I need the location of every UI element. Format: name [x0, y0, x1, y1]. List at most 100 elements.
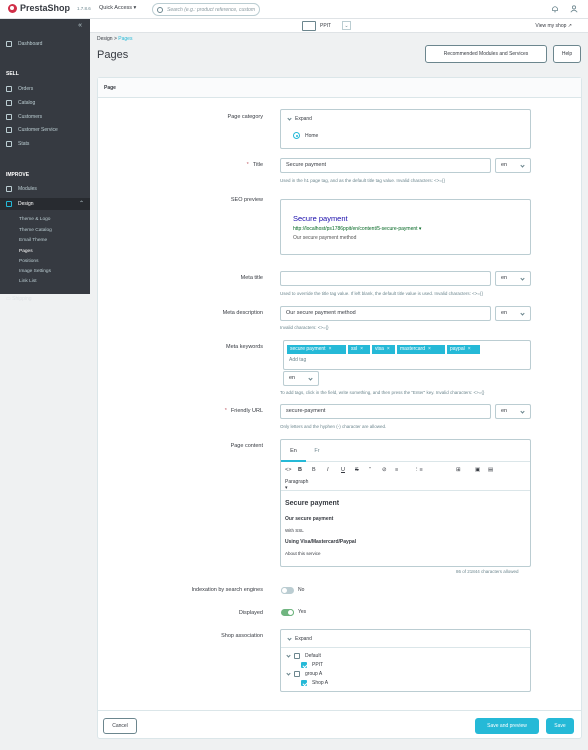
nav-design[interactable]: Design — [6, 201, 34, 207]
chevron-down-icon[interactable] — [286, 671, 291, 676]
quote-icon[interactable]: ” — [369, 467, 371, 473]
sidebar: « Dashboard SELL Orders Catalog Customer… — [0, 19, 90, 294]
version-label: 1.7.8.6 — [77, 6, 91, 11]
expand-link[interactable]: Expand — [295, 636, 312, 642]
nav-positions[interactable]: Positions — [19, 259, 38, 264]
breadcrumb: Design > Pages — [97, 36, 133, 42]
nav-email-theme[interactable]: Email Theme — [19, 238, 47, 243]
meta-keywords-label: Meta keywords — [226, 344, 263, 350]
tag-close-icon[interactable]: × — [387, 346, 390, 352]
tag-close-icon[interactable]: × — [468, 346, 471, 352]
friendly-url-lang-select[interactable]: en — [495, 404, 531, 419]
nav-link-list[interactable]: Link List — [19, 279, 37, 284]
meta-keywords-lang-select[interactable]: en — [283, 371, 319, 386]
recommended-modules-button[interactable]: Recommended Modules and Services — [425, 45, 547, 63]
logo-icon — [8, 3, 17, 13]
save-and-preview-button[interactable]: Save and preview — [475, 718, 539, 734]
help-button[interactable]: Help — [553, 45, 581, 63]
nav-theme-catalog[interactable]: Theme Catalog — [19, 228, 52, 233]
page-category-label: Page category — [227, 114, 263, 120]
tag-close-icon[interactable]: × — [428, 346, 431, 352]
account-icon[interactable] — [570, 5, 578, 13]
align-icon[interactable]: ≡ — [395, 467, 398, 473]
content-line[interactable]: With SSL — [285, 528, 304, 533]
meta-title-input[interactable] — [280, 271, 491, 286]
keyword-tag: mastercard × — [397, 345, 445, 354]
nav-theme-logo[interactable]: Theme & Logo — [19, 217, 50, 222]
meta-description-label: Meta description — [222, 310, 263, 316]
italic-icon[interactable]: I — [327, 467, 329, 473]
content-line[interactable]: About this service — [285, 551, 321, 556]
meta-keywords-tag-input[interactable]: secure payment × ssl × visa × mastercard × p… — [283, 340, 531, 370]
seo-preview-title: Secure payment — [293, 214, 348, 223]
nav-modules[interactable]: Modules — [6, 186, 37, 192]
content-line[interactable]: Our secure payment — [285, 516, 333, 522]
image-icon[interactable]: ▣ — [475, 467, 480, 473]
underline-icon[interactable]: U — [341, 467, 345, 473]
view-my-shop-link[interactable]: View my shop ↗ — [535, 23, 572, 29]
design-icon — [6, 201, 12, 207]
nav-image-settings[interactable]: Image Settings — [19, 269, 51, 274]
search-icon — [157, 7, 163, 13]
prestashop-logo[interactable]: PrestaShop — [8, 3, 70, 13]
meta-title-lang-select[interactable]: en — [495, 271, 531, 286]
friendly-url-input[interactable]: secure-payment — [280, 404, 491, 419]
default-group-checkbox[interactable] — [294, 653, 300, 659]
meta-title-help: Used to override the title tag value. If… — [280, 291, 483, 296]
indexation-toggle[interactable] — [281, 587, 294, 594]
page-category-tree: Expand Home — [280, 109, 531, 149]
shop-a-checkbox[interactable] — [301, 680, 307, 686]
nav-dashboard[interactable]: Dashboard — [6, 41, 42, 47]
title-lang-select[interactable]: en — [495, 158, 531, 173]
displayed-toggle[interactable] — [281, 609, 294, 616]
nav-shipping[interactable]: ▭ Shipping — [6, 296, 32, 302]
save-button[interactable]: Save — [546, 718, 574, 734]
quick-access-dropdown[interactable]: Quick Access ▾ — [99, 5, 136, 11]
collapse-sidebar-icon[interactable]: « — [78, 22, 82, 29]
strikethrough-icon[interactable]: S — [355, 467, 359, 473]
link-icon[interactable]: ⊘ — [382, 467, 387, 473]
bold-icon[interactable]: B — [298, 467, 302, 473]
customer-service-icon — [6, 127, 12, 133]
keyword-tag: secure payment × — [287, 345, 346, 354]
nav-catalog[interactable]: Catalog — [6, 100, 35, 106]
meta-description-lang-select[interactable]: en — [495, 306, 531, 321]
media-icon[interactable]: ▤ — [488, 467, 493, 473]
search-input[interactable]: Search (e.g.: product reference, custom — [152, 3, 260, 16]
nav-orders[interactable]: Orders — [6, 86, 33, 92]
bold-button-icon[interactable]: B — [312, 467, 316, 473]
paragraph-format-select[interactable]: Paragraph ▾ — [285, 479, 308, 491]
shop-a-label: Shop A — [312, 680, 329, 686]
title-input[interactable]: Secure payment — [280, 158, 491, 173]
nav-customer-service[interactable]: Customer Service — [6, 127, 58, 133]
page-title: Pages — [97, 49, 129, 61]
tag-close-icon[interactable]: × — [360, 346, 363, 352]
bell-icon[interactable] — [551, 5, 559, 13]
shop-selector-dropdown[interactable]: ⌄ — [342, 21, 351, 30]
tab-en[interactable]: En — [281, 440, 306, 462]
card-header: Page — [98, 78, 581, 98]
chevron-down-icon[interactable] — [286, 653, 291, 658]
source-code-icon[interactable]: <> — [285, 467, 291, 473]
tag-close-icon[interactable]: × — [329, 346, 332, 352]
meta-description-input[interactable]: Our secure payment method — [280, 306, 491, 321]
add-tag-placeholder: Add tag — [289, 357, 307, 363]
nav-stats[interactable]: Stats — [6, 141, 29, 147]
list-icon[interactable]: ⋮≡ — [414, 467, 423, 473]
nav-pages[interactable]: Pages — [19, 249, 33, 254]
content-heading[interactable]: Secure payment — [285, 500, 339, 507]
shop-association-label: Shop association — [221, 633, 263, 639]
cancel-button[interactable]: Cancel — [103, 718, 137, 734]
expand-link[interactable]: Expand — [295, 116, 312, 122]
catalog-icon — [6, 100, 12, 106]
seo-preview-box: Secure payment http://localhost/ps1786pp… — [280, 199, 531, 255]
chevron-down-icon — [287, 636, 292, 641]
content-line[interactable]: Using Visa/Mastercard/Paypal — [285, 539, 356, 545]
group-a-checkbox[interactable] — [294, 671, 300, 677]
home-radio[interactable] — [293, 132, 300, 139]
ppit-shop-checkbox[interactable] — [301, 662, 307, 668]
table-icon[interactable]: ⊞ — [456, 467, 461, 473]
tab-fr[interactable]: Fr — [307, 440, 327, 462]
meta-description-help: Invalid characters: <>={} — [280, 325, 329, 330]
nav-customers[interactable]: Customers — [6, 114, 42, 120]
